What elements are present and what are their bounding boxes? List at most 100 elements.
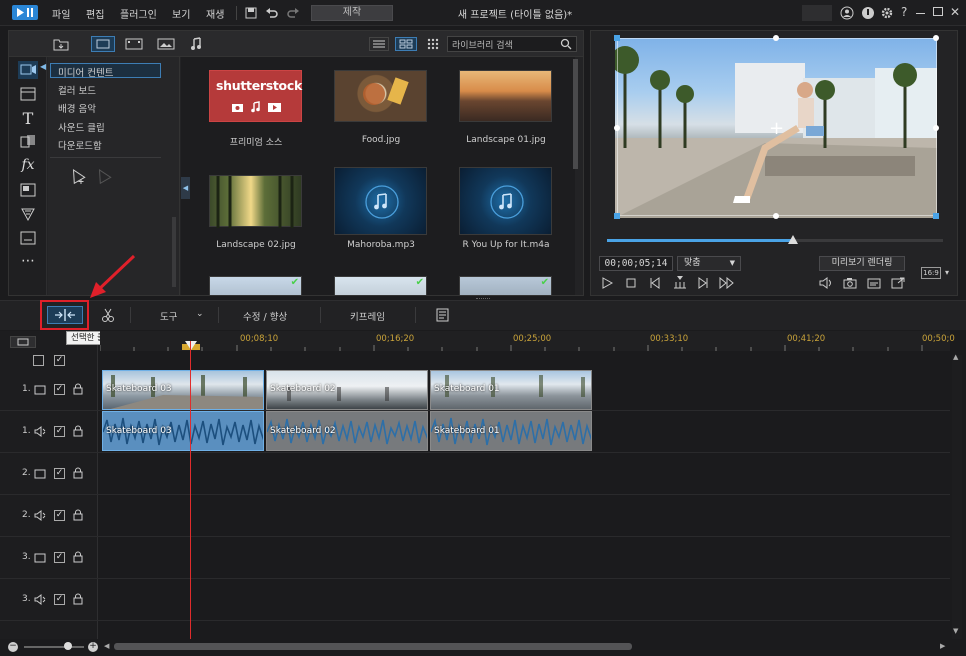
- library-item-mahoroba[interactable]: [334, 167, 427, 235]
- video-clip[interactable]: Skateboard 02: [266, 370, 428, 410]
- tree-item-background-music[interactable]: 배경 음악: [58, 101, 96, 115]
- tools-menu[interactable]: 도구: [160, 309, 177, 323]
- tree-item-media-content[interactable]: 미디어 컨텐트: [58, 65, 113, 79]
- produce-button[interactable]: 제작: [311, 5, 393, 21]
- subtitle-toggle-icon[interactable]: [867, 277, 881, 289]
- timeline-horizontal-scrollbar[interactable]: [114, 643, 632, 650]
- import-media-icon[interactable]: [53, 37, 69, 51]
- film-icon[interactable]: [125, 38, 143, 50]
- resize-handle[interactable]: [614, 35, 620, 41]
- search-icon[interactable]: [560, 38, 572, 50]
- all-tracks-checkbox[interactable]: ✓: [54, 355, 65, 366]
- music-filter-icon[interactable]: [189, 37, 203, 51]
- zoom-fit-select[interactable]: 맞춤 ▼: [677, 256, 741, 271]
- menu-edit[interactable]: 편집: [86, 6, 104, 21]
- aspect-ratio-select[interactable]: 16:9: [921, 267, 941, 279]
- scissors-icon[interactable]: [101, 308, 115, 322]
- fast-forward-icon[interactable]: [719, 277, 735, 289]
- selection-box[interactable]: [617, 38, 937, 216]
- subtitle-room-icon[interactable]: [18, 229, 38, 247]
- playhead-marker[interactable]: [185, 341, 197, 350]
- zoom-slider[interactable]: [24, 646, 84, 648]
- template-room-icon[interactable]: [18, 85, 38, 103]
- library-item-skateboard-03[interactable]: ✔: [209, 276, 302, 295]
- lock-icon[interactable]: [73, 425, 83, 437]
- next-frame-icon[interactable]: [697, 277, 709, 289]
- chevron-down-icon[interactable]: ⌄: [196, 309, 204, 319]
- library-item-food[interactable]: [334, 70, 427, 122]
- account-badge[interactable]: [802, 5, 832, 21]
- library-item-landscape-01[interactable]: [459, 70, 552, 122]
- lock-icon[interactable]: [73, 551, 83, 563]
- video-clip[interactable]: Skateboard 01: [430, 370, 592, 410]
- audio-clip[interactable]: Skateboard 03: [102, 411, 264, 451]
- scroll-up-icon[interactable]: ▲: [953, 353, 958, 361]
- media-room-icon[interactable]: [18, 61, 38, 79]
- image-filter-icon[interactable]: [157, 38, 175, 50]
- tree-item-color-board[interactable]: 컬러 보드: [58, 83, 96, 97]
- help-icon[interactable]: ?: [901, 5, 907, 19]
- resize-handle[interactable]: [614, 213, 620, 219]
- scroll-left-icon[interactable]: ◀: [104, 642, 109, 650]
- snapshot-icon[interactable]: [843, 277, 857, 289]
- library-item-r-you-up[interactable]: [459, 167, 552, 235]
- scrubber-thumb[interactable]: [788, 235, 798, 244]
- zoom-slider-thumb[interactable]: [64, 642, 72, 650]
- menu-file[interactable]: 파일: [52, 6, 70, 21]
- playhead-line[interactable]: [190, 341, 191, 639]
- audio-clip[interactable]: Skateboard 02: [266, 411, 428, 451]
- effect-room-icon[interactable]: fx: [18, 157, 38, 175]
- resize-handle[interactable]: [773, 35, 779, 41]
- lock-icon[interactable]: [73, 509, 83, 521]
- timecode-display[interactable]: 00;00;05;14: [599, 256, 673, 271]
- tree-item-sound-clips[interactable]: 사운드 클립: [58, 120, 105, 134]
- resize-handle[interactable]: [933, 125, 939, 131]
- track-manager-icon[interactable]: [10, 336, 36, 348]
- stop-icon[interactable]: [625, 277, 637, 289]
- timeline-ruler[interactable]: 00;08;10 00;16;20 00;25;00 00;33;10 00;4…: [100, 331, 955, 351]
- scroll-down-icon[interactable]: ▼: [953, 627, 958, 635]
- undo-icon[interactable]: [265, 6, 279, 20]
- library-item-landscape-02[interactable]: [209, 175, 302, 228]
- user-icon[interactable]: [840, 6, 854, 20]
- track-enable-checkbox[interactable]: ✓: [54, 552, 65, 563]
- split-marker-icon[interactable]: [673, 275, 687, 289]
- scroll-right-icon[interactable]: ▶: [940, 642, 945, 650]
- track-enable-checkbox[interactable]: ✓: [54, 594, 65, 605]
- render-preview-button[interactable]: 미리보기 렌더링: [819, 256, 905, 271]
- menu-plugin[interactable]: 플러그인: [120, 6, 157, 21]
- grid-view-button[interactable]: [395, 37, 417, 51]
- track-enable-checkbox[interactable]: ✓: [54, 468, 65, 479]
- add-tag-icon[interactable]: [68, 167, 86, 185]
- video-filter-button[interactable]: [91, 36, 115, 52]
- keyframe-button[interactable]: 키프레임: [350, 309, 385, 323]
- track-enable-checkbox[interactable]: ✓: [54, 426, 65, 437]
- menu-play[interactable]: 재생: [206, 6, 224, 21]
- redo-icon[interactable]: [286, 6, 300, 20]
- track-enable-checkbox[interactable]: ✓: [54, 384, 65, 395]
- library-item-skateboard-02[interactable]: ✔: [334, 276, 427, 295]
- transition-room-icon[interactable]: [18, 133, 38, 151]
- audio-clip[interactable]: Skateboard 01: [430, 411, 592, 451]
- tree-item-downloads[interactable]: 다운로드함: [58, 138, 102, 152]
- pip-room-icon[interactable]: [18, 181, 38, 199]
- notification-icon[interactable]: [861, 6, 875, 20]
- list-view-icon[interactable]: [369, 37, 389, 51]
- library-item-shutterstock[interactable]: shutterstock: [209, 70, 302, 122]
- tree-scrollbar[interactable]: [172, 217, 176, 287]
- resize-handle[interactable]: [614, 125, 620, 131]
- zoom-out-icon[interactable]: −: [8, 642, 18, 652]
- play-icon[interactable]: [601, 277, 613, 289]
- zoom-in-icon[interactable]: +: [88, 642, 98, 652]
- lock-icon[interactable]: [73, 593, 83, 605]
- library-search-input[interactable]: 라이브러리 검색: [447, 36, 577, 52]
- fix-enhance-button[interactable]: 수정 / 향상: [243, 309, 287, 323]
- timeline-vertical-scrollbar[interactable]: ▲ ▼: [952, 353, 962, 639]
- library-item-skateboard-01[interactable]: ✔: [459, 276, 552, 295]
- more-options-icon[interactable]: [427, 38, 439, 50]
- particle-room-icon[interactable]: [18, 205, 38, 223]
- grid-scrollbar[interactable]: [573, 59, 578, 169]
- collapse-arrow-icon[interactable]: ◀: [40, 62, 46, 71]
- minimize-icon[interactable]: [916, 13, 925, 14]
- title-room-icon[interactable]: T: [18, 109, 38, 128]
